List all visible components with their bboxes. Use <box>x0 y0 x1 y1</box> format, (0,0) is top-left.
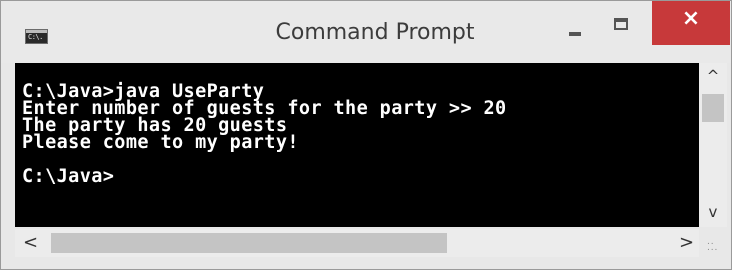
console-line: Please come to my party! <box>22 132 299 153</box>
scroll-right-icon[interactable]: > <box>679 232 694 253</box>
scroll-down-icon[interactable]: v <box>699 203 727 221</box>
close-icon: × <box>681 6 701 31</box>
resize-grip-icon[interactable]: . .. . . <box>707 238 723 253</box>
console-prompt: C:\Java> <box>22 166 115 187</box>
vertical-scrollbar[interactable]: ^ v <box>699 63 727 227</box>
maximize-button[interactable] <box>598 1 644 45</box>
minimize-button[interactable] <box>552 1 598 45</box>
console-line-blank: ​ <box>22 151 699 168</box>
minimize-icon <box>569 32 581 36</box>
scroll-up-icon[interactable]: ^ <box>699 67 727 85</box>
horizontal-scroll-thumb[interactable] <box>51 233 447 253</box>
maximize-icon <box>614 18 628 30</box>
console-output[interactable]: C:\Java>java UseParty Enter number of gu… <box>15 63 699 227</box>
command-prompt-window: C:\. Command Prompt × C:\Java>java UsePa… <box>0 0 732 270</box>
vertical-scroll-thumb[interactable] <box>702 94 724 122</box>
title-bar[interactable]: C:\. Command Prompt × <box>1 1 731 63</box>
scroll-left-icon[interactable]: < <box>23 232 38 253</box>
close-button[interactable]: × <box>652 1 730 45</box>
horizontal-scrollbar[interactable]: < > <box>15 229 699 257</box>
